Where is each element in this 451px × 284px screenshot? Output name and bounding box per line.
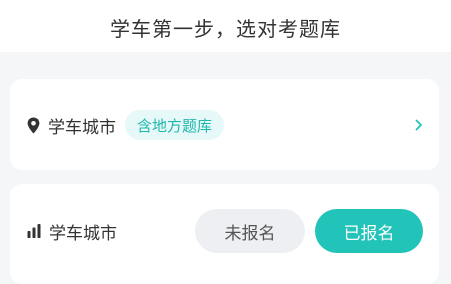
local-question-bank-badge: 含地方题库 [125, 110, 225, 140]
status-label: 学车城市 [49, 223, 117, 244]
city-row[interactable]: 学车城市 含地方题库 [27, 108, 423, 142]
city-label: 学车城市 [48, 117, 116, 138]
city-select-card[interactable]: 学车城市 含地方题库 [10, 79, 439, 170]
signal-bars-icon [27, 223, 41, 238]
page-header: 学车第一步，选对考题库 [0, 0, 451, 52]
registration-status-card: 学车城市 未报名 已报名 [10, 184, 439, 284]
registered-button[interactable]: 已报名 [315, 209, 423, 253]
page-title: 学车第一步，选对考题库 [110, 16, 341, 41]
unregistered-button[interactable]: 未报名 [195, 209, 305, 253]
status-row: 学车城市 未报名 已报名 [27, 209, 423, 253]
chevron-right-icon[interactable] [415, 119, 423, 131]
location-pin-icon [27, 117, 40, 133]
